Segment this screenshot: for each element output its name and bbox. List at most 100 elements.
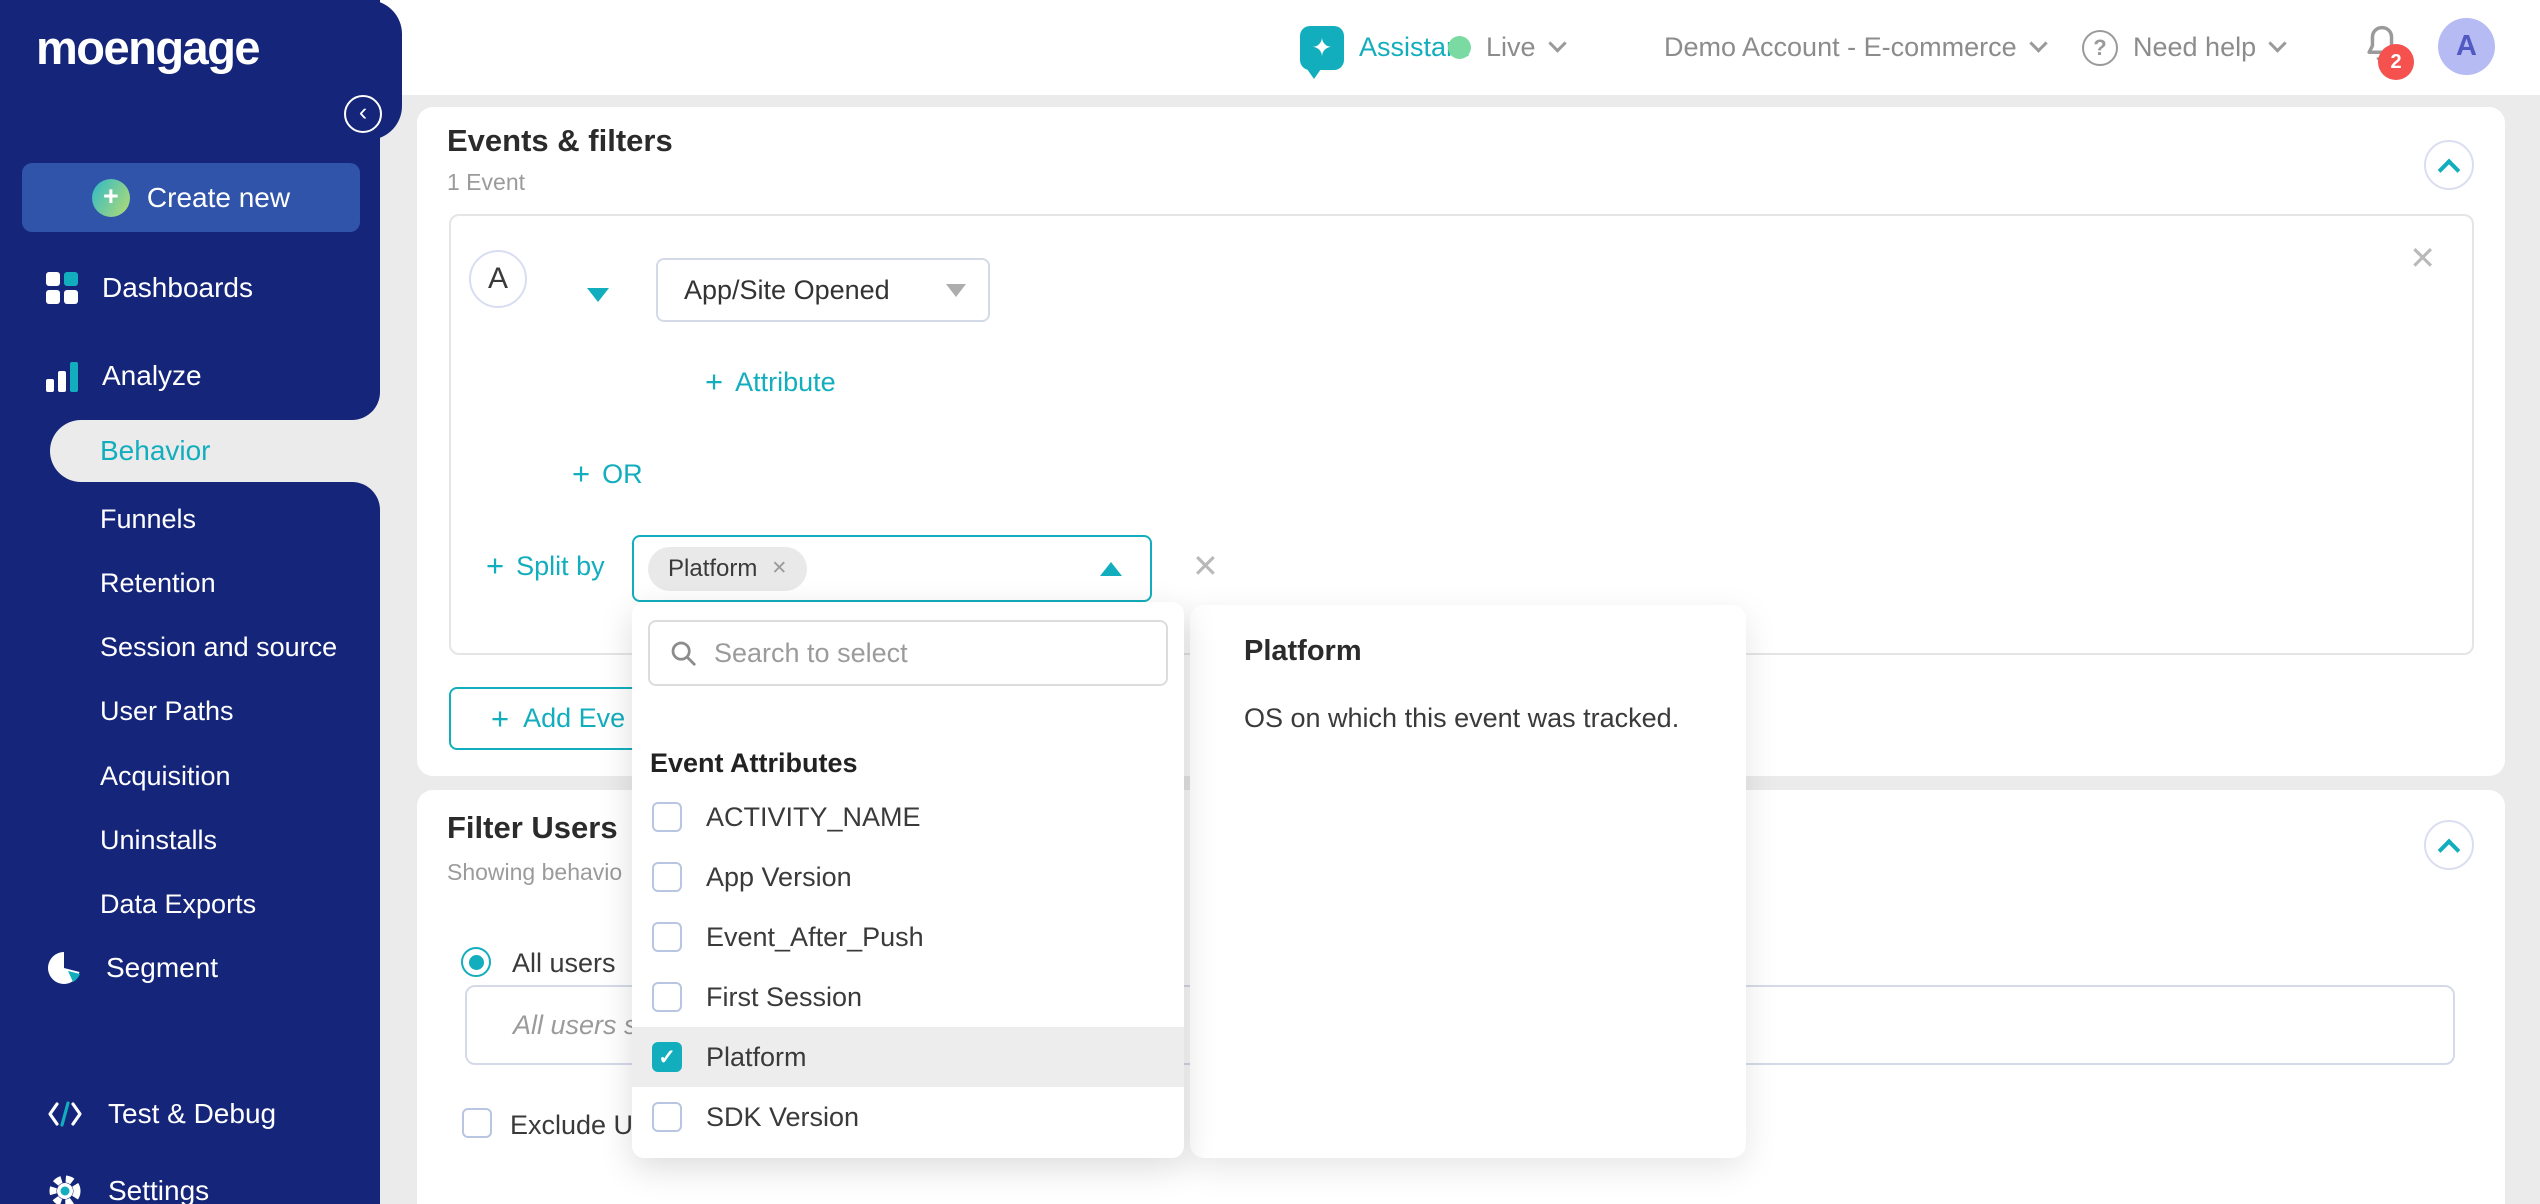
attribute-option-activity-name[interactable]: ACTIVITY_NAME <box>632 787 1184 847</box>
filter-users-title: Filter Users <box>447 810 618 846</box>
attribute-info-tooltip: Platform OS on which this event was trac… <box>1190 605 1746 1158</box>
code-icon <box>46 1099 84 1129</box>
bar-chart-icon <box>46 360 78 392</box>
search-icon <box>668 638 698 668</box>
sidebar-item-segment[interactable]: Segment <box>46 950 218 986</box>
split-by-select[interactable]: Platform ✕ <box>632 535 1152 602</box>
sidebar-item-dashboards[interactable]: Dashboards <box>46 272 253 304</box>
environment-dropdown[interactable]: Live <box>1448 0 1564 95</box>
remove-split-by-icon[interactable]: ✕ <box>1192 550 1219 582</box>
events-panel-title: Events & filters <box>447 123 673 159</box>
split-by-button[interactable]: + Split by <box>486 548 605 584</box>
attribute-option-app-version[interactable]: App Version <box>632 847 1184 907</box>
assistant-sparkle-icon: ✦ <box>1300 26 1344 70</box>
sidebar-item-acquisition[interactable]: Acquisition <box>100 759 231 793</box>
checkbox-unchecked-icon[interactable] <box>652 1102 682 1132</box>
sidebar-item-uninstalls[interactable]: Uninstalls <box>100 823 217 857</box>
sidebar-collapse-button[interactable]: ‹ <box>344 95 382 133</box>
checkbox-unchecked-icon[interactable] <box>652 862 682 892</box>
sidebar-item-test-debug[interactable]: Test & Debug <box>46 1098 276 1130</box>
chevron-down-icon <box>946 284 966 297</box>
add-event-label: Add Eve <box>523 703 625 734</box>
event-count: 1 Event <box>447 169 525 196</box>
avatar[interactable]: A <box>2438 18 2495 75</box>
all-users-label: All users <box>512 948 616 979</box>
chevron-down-icon <box>1548 34 1566 52</box>
attribute-option-sdk-version[interactable]: SDK Version <box>632 1087 1184 1147</box>
plus-icon: + <box>92 179 130 217</box>
pie-chart-icon <box>46 950 82 986</box>
chevron-up-icon <box>1100 562 1122 576</box>
sidebar-item-session-and-source[interactable]: Session and source <box>100 630 337 664</box>
attribute-option-first-session[interactable]: First Session <box>632 967 1184 1027</box>
filter-users-subtitle: Showing behavio <box>447 859 622 886</box>
attribute-option-event-after-push[interactable]: Event_After_Push <box>632 907 1184 967</box>
need-help-dropdown[interactable]: ? Need help <box>2082 0 2284 95</box>
event-options-caret-icon[interactable] <box>587 288 609 302</box>
live-status-icon <box>1448 36 1471 59</box>
sidebar-item-retention[interactable]: Retention <box>100 566 216 600</box>
notification-count-badge: 2 <box>2378 44 2414 80</box>
gear-icon <box>46 1172 84 1204</box>
sidebar-item-analyze[interactable]: Analyze <box>46 360 202 392</box>
sidebar: moengage + Create new Dashboards Analyze… <box>0 0 380 1204</box>
attribute-option-platform[interactable]: ✓ Platform <box>632 1027 1184 1087</box>
plus-icon: + <box>572 456 590 492</box>
collapse-filter-button[interactable] <box>2424 820 2474 870</box>
tooltip-description: OS on which this event was tracked. <box>1244 703 1679 734</box>
all-users-radio[interactable] <box>461 947 491 977</box>
chip-remove-icon[interactable]: ✕ <box>771 557 787 580</box>
attribute-option-label: Platform <box>706 1042 807 1073</box>
sidebar-item-behavior-active[interactable]: Behavior <box>50 420 380 482</box>
event-name-select[interactable]: App/Site Opened <box>656 258 990 322</box>
split-chip-label: Platform <box>668 555 757 583</box>
chevron-left-icon: ‹ <box>359 98 367 127</box>
create-new-button[interactable]: + Create new <box>22 163 360 232</box>
notifications-button[interactable]: 2 <box>2360 22 2440 82</box>
question-icon: ? <box>2082 30 2118 66</box>
event-name-value: App/Site Opened <box>684 275 890 306</box>
chevron-down-icon <box>2029 34 2047 52</box>
attribute-option-label: First Session <box>706 982 862 1013</box>
segment-filter-text: All users s <box>513 1010 638 1041</box>
add-attribute-label: Attribute <box>735 367 836 398</box>
attribute-option-label: ACTIVITY_NAME <box>706 802 921 833</box>
attribute-option-label: App Version <box>706 862 852 893</box>
sidebar-item-label: Analyze <box>102 360 202 392</box>
add-or-label: OR <box>602 459 643 490</box>
sidebar-item-data-exports[interactable]: Data Exports <box>100 887 256 921</box>
add-or-button[interactable]: + OR <box>572 456 643 492</box>
sidebar-item-label: Segment <box>106 952 218 984</box>
checkbox-unchecked-icon[interactable] <box>652 982 682 1012</box>
plus-icon: + <box>491 701 509 737</box>
remove-event-icon[interactable]: ✕ <box>2409 242 2436 274</box>
sidebar-item-settings[interactable]: Settings <box>46 1172 209 1204</box>
live-label: Live <box>1486 32 1536 63</box>
checkbox-unchecked-icon[interactable] <box>652 802 682 832</box>
attribute-group-label: Event Attributes <box>650 748 858 779</box>
event-letter-badge: A <box>469 250 527 308</box>
plus-icon: + <box>705 364 723 400</box>
sidebar-item-user-paths[interactable]: User Paths <box>100 694 234 728</box>
add-attribute-button[interactable]: + Attribute <box>705 364 836 400</box>
assistant-button[interactable]: ✦ Assistant <box>1300 0 1469 95</box>
app-root: ✦ Assistant Live Demo Account - E-commer… <box>0 0 2540 1204</box>
attribute-option-label: SDK Version <box>706 1102 859 1133</box>
sidebar-item-funnels[interactable]: Funnels <box>100 502 196 536</box>
collapse-events-button[interactable] <box>2424 140 2474 190</box>
need-help-label: Need help <box>2133 32 2256 63</box>
attribute-search[interactable] <box>648 620 1168 686</box>
chevron-up-icon <box>2438 159 2461 182</box>
checkbox-unchecked-icon[interactable] <box>652 922 682 952</box>
pill-corner-top <box>352 392 380 420</box>
create-new-label: Create new <box>147 182 290 214</box>
exclude-users-checkbox[interactable] <box>462 1108 492 1138</box>
split-by-attribute-dropdown: Event Attributes ACTIVITY_NAME App Versi… <box>632 602 1184 1158</box>
account-dropdown[interactable]: Demo Account - E-commerce <box>1664 0 2045 95</box>
chevron-down-icon <box>2268 34 2286 52</box>
checkbox-checked-icon[interactable]: ✓ <box>652 1042 682 1072</box>
sidebar-item-label: Behavior <box>100 435 211 467</box>
plus-icon: + <box>486 548 504 584</box>
attribute-search-input[interactable] <box>714 638 1134 669</box>
account-label: Demo Account - E-commerce <box>1664 32 2017 63</box>
